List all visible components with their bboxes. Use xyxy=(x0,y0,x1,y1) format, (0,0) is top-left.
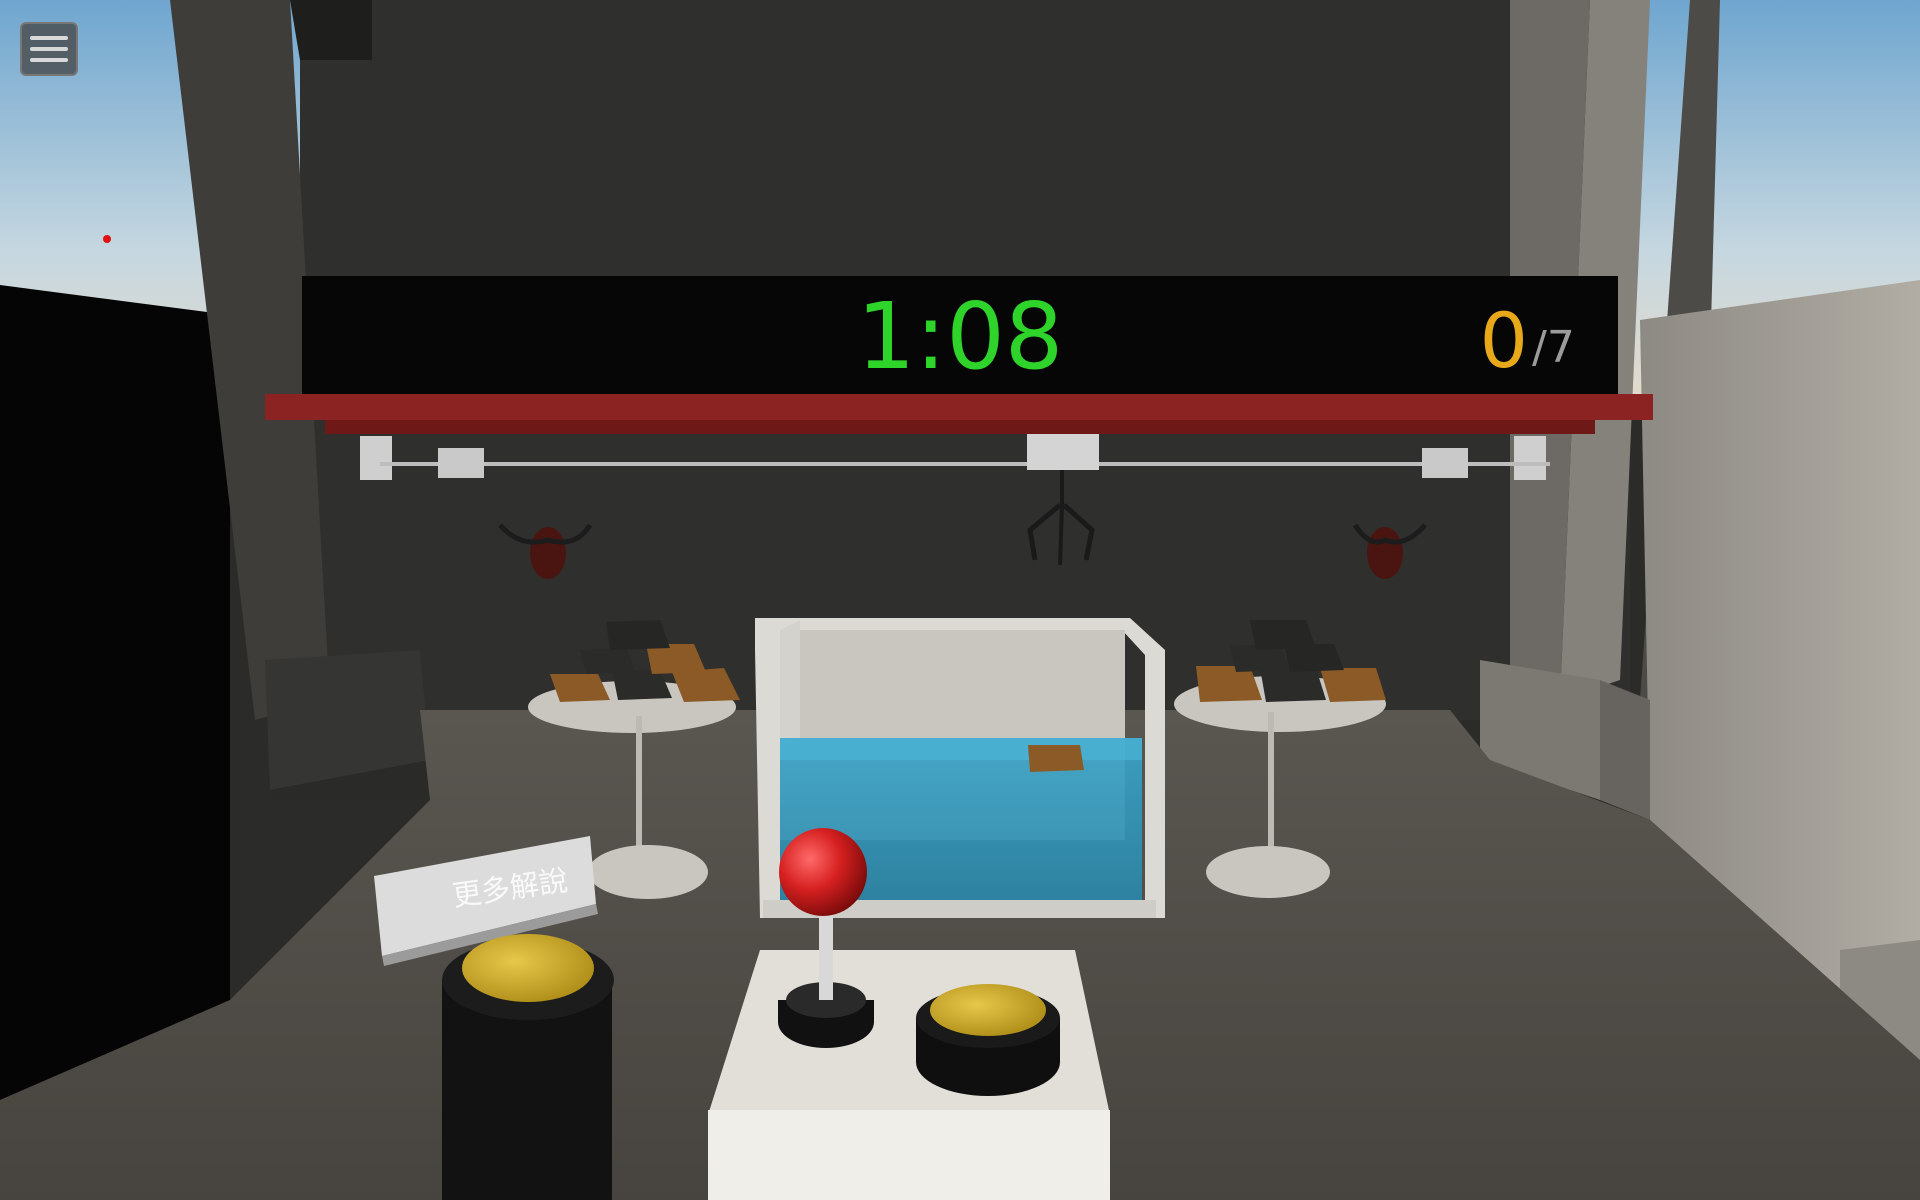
countdown-timer: 1:08 xyxy=(856,283,1064,390)
info-button[interactable] xyxy=(442,930,614,1020)
joystick[interactable] xyxy=(778,826,874,1046)
score-current: 0 xyxy=(1479,296,1528,385)
score-total: /7 xyxy=(1532,322,1575,373)
menu-button[interactable] xyxy=(20,22,78,76)
grab-button[interactable] xyxy=(916,982,1060,1096)
